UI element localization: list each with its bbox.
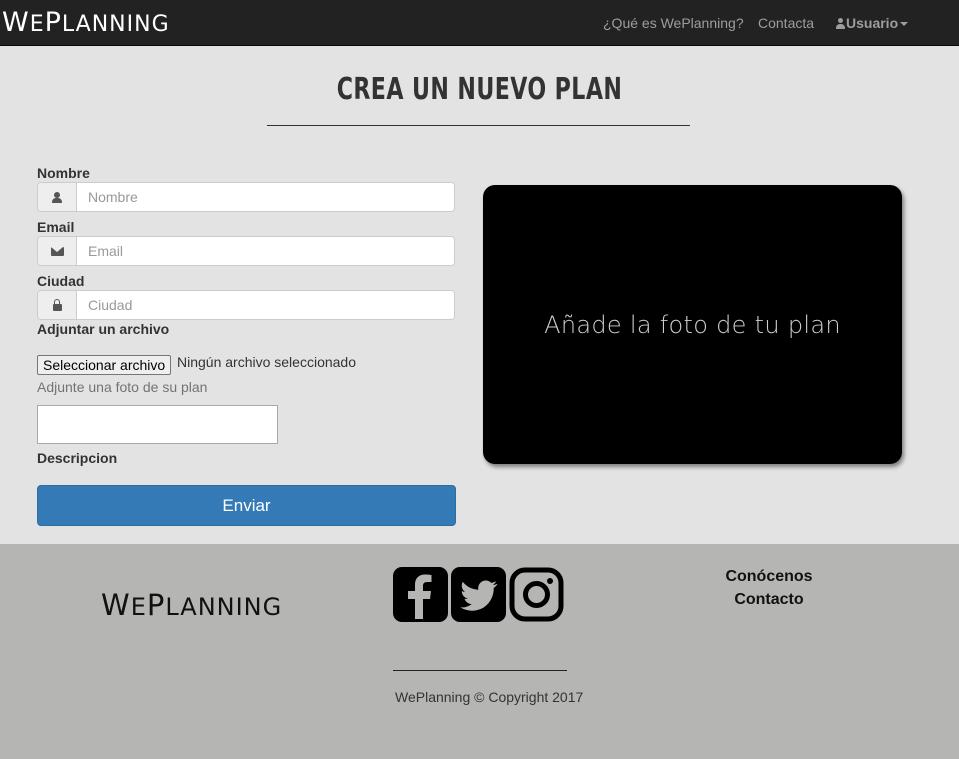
footer-link-conocenos[interactable]: Conócenos bbox=[700, 565, 838, 588]
page-title: CREA UN NUEVO PLAN bbox=[336, 72, 623, 107]
photo-placeholder-text: Añade la foto de tu plan bbox=[544, 310, 841, 339]
brand-letter: E bbox=[130, 593, 147, 621]
nombre-input-group bbox=[37, 182, 455, 212]
ciudad-input[interactable] bbox=[77, 291, 454, 319]
user-addon bbox=[38, 183, 77, 211]
lock-icon bbox=[52, 298, 62, 311]
copyright-text: WePlanning © Copyright 2017 bbox=[395, 689, 584, 705]
user-dropdown[interactable]: Usuario bbox=[836, 15, 909, 31]
submit-button[interactable]: Enviar bbox=[37, 485, 456, 526]
title-divider bbox=[267, 125, 690, 126]
main-content: CREA UN NUEVO PLAN Nombre Email Ciudad A… bbox=[0, 46, 959, 544]
file-status: Ningún archivo seleccionado bbox=[177, 354, 356, 370]
instagram-glyph bbox=[509, 567, 564, 622]
facebook-glyph bbox=[408, 574, 432, 619]
photo-dropzone[interactable]: Añade la foto de tu plan bbox=[483, 185, 902, 464]
footer-divider bbox=[393, 670, 567, 671]
descripcion-textarea[interactable] bbox=[37, 405, 278, 444]
facebook-icon[interactable] bbox=[393, 567, 448, 622]
user-icon bbox=[52, 191, 62, 203]
brand-letter: W bbox=[101, 588, 131, 622]
nombre-input[interactable] bbox=[77, 183, 454, 211]
brand-letters: LANNING bbox=[165, 593, 283, 621]
footer-links: Conócenos Contacto bbox=[700, 565, 838, 611]
user-dropdown-label: Usuario bbox=[846, 15, 899, 31]
envelope-addon bbox=[38, 237, 77, 265]
email-input[interactable] bbox=[77, 237, 454, 265]
instagram-icon[interactable] bbox=[509, 567, 564, 622]
brand-letter: P bbox=[44, 7, 62, 38]
brand-letter: P bbox=[146, 588, 166, 622]
twitter-glyph bbox=[460, 580, 498, 611]
email-label: Email bbox=[37, 219, 75, 235]
navbar: WEPLANNING ¿Qué es WePlanning? Contacta … bbox=[0, 0, 959, 46]
caret-down-icon bbox=[900, 22, 909, 27]
nav-link-que-es[interactable]: ¿Qué es WePlanning? bbox=[603, 15, 744, 31]
brand-letter: E bbox=[29, 12, 45, 37]
descripcion-label: Descripcion bbox=[37, 450, 118, 466]
email-input-group bbox=[37, 236, 455, 266]
ciudad-label: Ciudad bbox=[37, 273, 85, 289]
footer: WEPLANNING Conócenos Contacto WePlanning… bbox=[0, 544, 959, 759]
brand-logo[interactable]: WEPLANNING bbox=[2, 7, 170, 38]
file-select-button[interactable]: Seleccionar archivo bbox=[37, 355, 172, 375]
brand-letter: W bbox=[2, 7, 30, 38]
footer-link-contacto[interactable]: Contacto bbox=[700, 588, 838, 611]
user-icon bbox=[836, 18, 845, 29]
brand-letters: LANNING bbox=[61, 12, 170, 37]
nombre-label: Nombre bbox=[37, 165, 90, 181]
envelope-icon bbox=[50, 246, 64, 256]
footer-brand-logo: WEPLANNING bbox=[101, 588, 282, 622]
file-label: Adjuntar un archivo bbox=[37, 321, 170, 337]
file-help-text: Adjunte una foto de su plan bbox=[37, 379, 208, 395]
nav-link-contacta[interactable]: Contacta bbox=[758, 15, 814, 31]
twitter-icon[interactable] bbox=[451, 567, 506, 622]
lock-addon bbox=[38, 291, 77, 319]
ciudad-input-group bbox=[37, 290, 455, 320]
